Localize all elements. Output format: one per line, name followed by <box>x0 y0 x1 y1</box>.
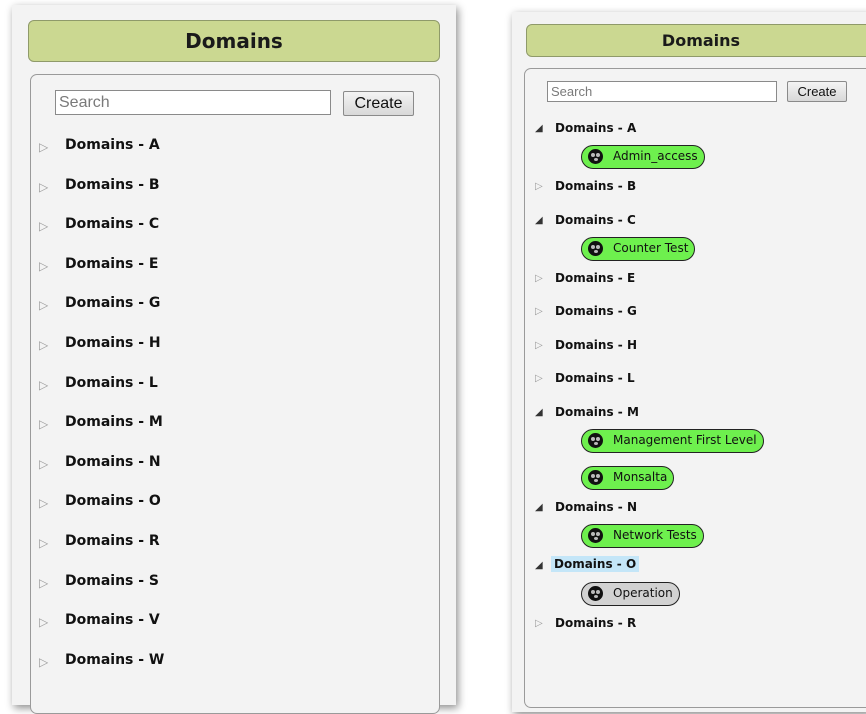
create-button[interactable]: Create <box>343 91 414 116</box>
expand-arrow-icon[interactable]: ▷ <box>39 536 48 550</box>
expand-arrow-icon[interactable]: ▷ <box>535 306 543 317</box>
collapse-arrow-icon[interactable]: ◢ <box>535 215 543 226</box>
expand-arrow-icon[interactable]: ▷ <box>39 457 48 471</box>
tree-group-label: Domains - A <box>65 137 160 153</box>
domain-leaf-label: Network Tests <box>613 527 697 542</box>
expand-arrow-icon[interactable]: ▷ <box>39 655 48 669</box>
domain-leaf-pill[interactable]: Network Tests <box>581 523 704 548</box>
skull-icon <box>588 527 603 543</box>
tree-group-label: Domains - R <box>65 533 160 549</box>
skull-icon <box>588 149 603 164</box>
expand-arrow-icon[interactable]: ▷ <box>39 180 48 194</box>
domain-tree: Create ◢ Domains - A Admin_access ▷ Domains … <box>524 68 866 708</box>
expand-arrow-icon[interactable]: ▷ <box>535 340 543 351</box>
expand-arrow-icon[interactable]: ▷ <box>39 140 48 154</box>
domain-leaf-label: Operation <box>613 585 673 600</box>
search-input[interactable] <box>547 81 777 102</box>
tree-group-label: Domains - L <box>555 371 635 385</box>
tree-group-label: Domains - E <box>65 255 159 272</box>
tree-group-label: Domains - V <box>65 612 160 629</box>
domain-leaf-pill[interactable]: Management First Level <box>581 428 764 453</box>
collapse-arrow-icon[interactable]: ◢ <box>535 560 543 571</box>
tree-group-label: Domains - L <box>65 374 158 391</box>
skull-icon <box>588 240 603 256</box>
tree-group-label: Domains - M <box>65 414 163 431</box>
domain-leaf-label: Counter Test <box>613 240 689 255</box>
expand-arrow-icon[interactable]: ▷ <box>39 219 48 233</box>
expand-arrow-icon[interactable]: ▷ <box>39 576 48 590</box>
tree-group-label: Domains - G <box>65 295 161 312</box>
search-input[interactable] <box>55 90 331 115</box>
domain-leaf-label: Management First Level <box>613 432 757 447</box>
domain-leaf-label: Monsalta <box>613 469 668 484</box>
domain-leaf-pill[interactable]: Monsalta <box>581 465 675 490</box>
tree-group-label: Domains - N <box>555 499 637 514</box>
tree-group-label: Domains - R <box>555 615 637 630</box>
expand-arrow-icon[interactable]: ▷ <box>39 615 48 629</box>
tree-group-label: Domains - H <box>65 335 161 351</box>
expand-arrow-icon[interactable]: ▷ <box>39 259 48 273</box>
expand-arrow-icon[interactable]: ▷ <box>39 298 48 312</box>
skull-icon <box>588 469 603 485</box>
tree-group-label: Domains - M <box>555 404 639 419</box>
expand-arrow-icon[interactable]: ▷ <box>39 378 48 392</box>
domain-leaf-pill[interactable]: Operation <box>581 581 680 606</box>
collapse-arrow-icon[interactable]: ◢ <box>535 123 543 134</box>
domain-leaf-label: Admin_access <box>613 149 698 163</box>
tree-group-label: Domains - C <box>65 216 160 233</box>
domain-tree: Create ▷ Domains - A ▷ Domains - B ▷ Domains … <box>30 74 440 714</box>
expand-arrow-icon[interactable]: ▷ <box>535 181 543 192</box>
tree-group-label: Domains - H <box>555 337 637 352</box>
tree-group-label: Domains - G <box>555 304 637 318</box>
domain-leaf-pill[interactable]: Counter Test <box>581 236 696 261</box>
skull-icon <box>588 432 603 448</box>
domain-leaf-pill[interactable]: Admin_access <box>581 145 705 169</box>
tree-group-label: Domains - O <box>551 555 640 572</box>
expand-arrow-icon[interactable]: ▷ <box>535 273 543 284</box>
tree-group-label: Domains - N <box>65 453 161 470</box>
expand-arrow-icon[interactable]: ▷ <box>39 417 48 431</box>
tree-group-label: Domains - A <box>555 121 637 135</box>
panel-title: Domains <box>526 24 866 57</box>
collapse-arrow-icon[interactable]: ◢ <box>535 502 543 513</box>
domains-panel-collapsed: Domains Create ▷ Domains - A ▷ Domains - B ▷… <box>12 5 456 714</box>
tree-group-label: Domains - C <box>555 212 636 227</box>
expand-arrow-icon[interactable]: ▷ <box>39 338 48 352</box>
panel-title: Domains <box>28 20 440 62</box>
tree-group-label: Domains - O <box>65 493 161 510</box>
create-button[interactable]: Create <box>787 81 847 102</box>
expand-arrow-icon[interactable]: ▷ <box>535 618 543 629</box>
tree-group-label: Domains - E <box>555 270 636 285</box>
tree-group-label: Domains - B <box>65 176 160 193</box>
expand-arrow-icon[interactable]: ▷ <box>39 496 48 510</box>
tree-group-label: Domains - S <box>65 572 160 589</box>
domains-panel-expanded: Domains Create ◢ Domains - A Admin_access ▷… <box>512 12 866 712</box>
tree-group-label: Domains - B <box>555 179 637 193</box>
tree-group-label: Domains - W <box>65 651 165 668</box>
expand-arrow-icon[interactable]: ▷ <box>535 373 543 384</box>
skull-icon <box>588 585 603 601</box>
collapse-arrow-icon[interactable]: ◢ <box>535 407 543 418</box>
